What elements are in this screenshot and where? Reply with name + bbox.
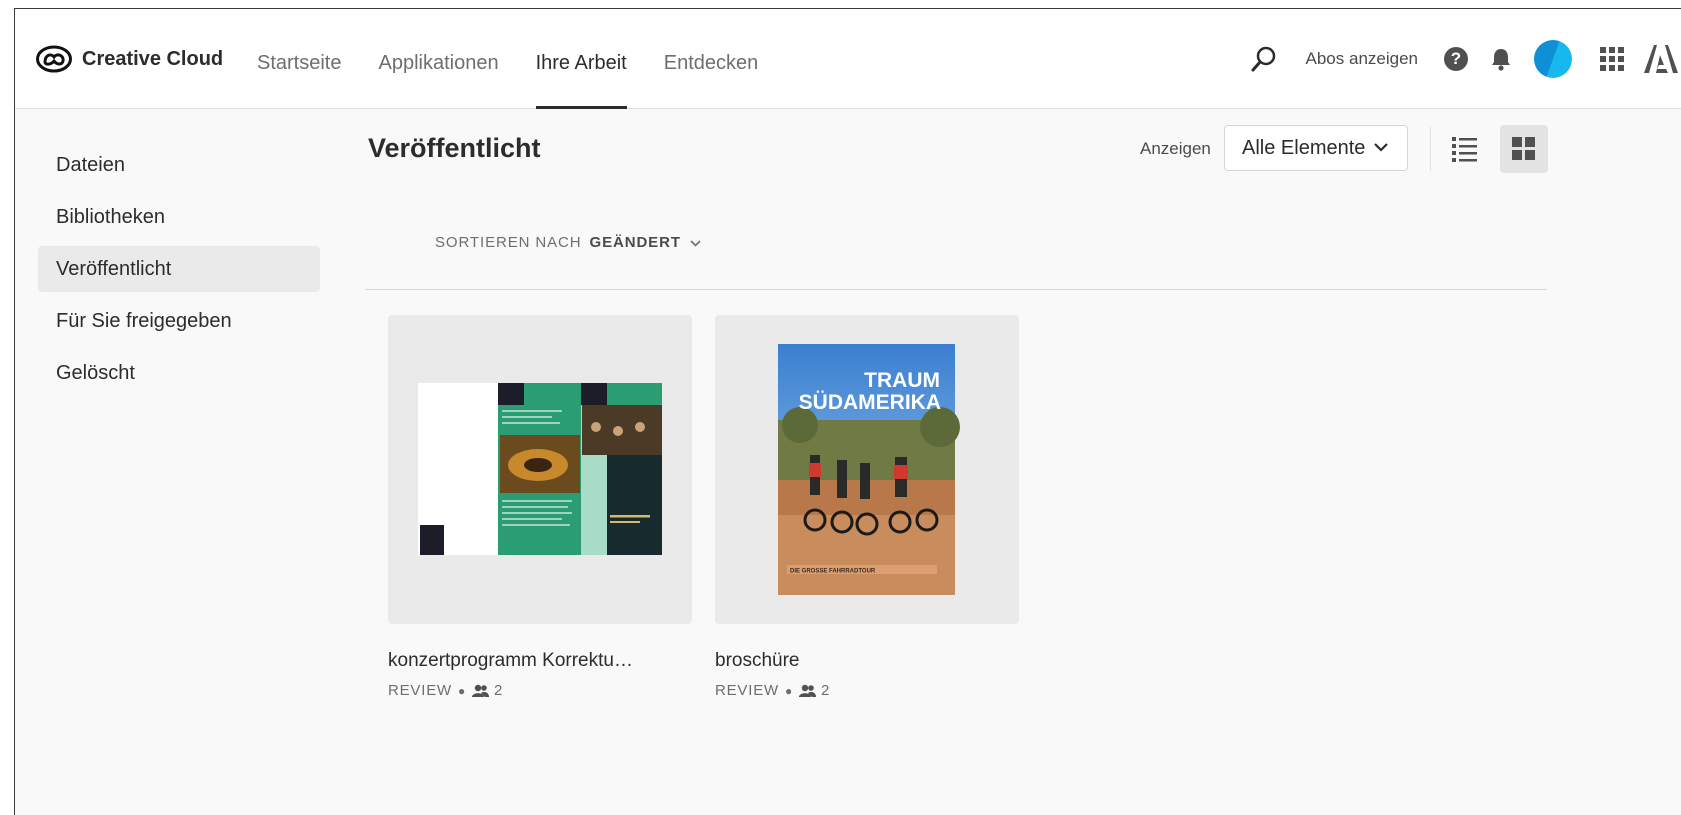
- view-filter-select[interactable]: Alle Elemente: [1224, 125, 1408, 171]
- asset-meta: REVIEW ● 2: [715, 682, 1019, 699]
- brand-name: Creative Cloud: [82, 47, 224, 70]
- avatar[interactable]: [1534, 39, 1572, 78]
- brochure-title-line1: TRAUM: [864, 369, 940, 392]
- shared-users-icon: [799, 684, 817, 697]
- app-grid-icon: [1600, 46, 1624, 71]
- chevron-down-icon: [690, 239, 701, 247]
- asset-card[interactable]: konzertprogramm Korrektu… REVIEW ● 2: [388, 315, 692, 699]
- bell-icon: [1492, 48, 1510, 71]
- top-bar: Creative Cloud Startseite Applikationen …: [15, 9, 1681, 109]
- brand[interactable]: Creative Cloud: [36, 45, 223, 73]
- separator-dot: ●: [784, 683, 794, 698]
- nav-applikationen[interactable]: Applikationen: [378, 9, 498, 108]
- list-view-icon: [1452, 137, 1477, 162]
- asset-card[interactable]: TRAUM SÜDAMERIKA DIE GROSSE FAHRRADTOUR …: [715, 315, 1019, 699]
- main-nav: Startseite Applikationen Ihre Arbeit Ent…: [257, 9, 795, 109]
- nav-startseite[interactable]: Startseite: [257, 9, 341, 108]
- abos-anzeigen-link[interactable]: Abos anzeigen: [1306, 49, 1418, 69]
- asset-thumbnail[interactable]: TRAUM SÜDAMERIKA DIE GROSSE FAHRRADTOUR: [715, 315, 1019, 624]
- view-filter-label: Anzeigen: [1140, 139, 1211, 158]
- brochure-thumbnail: TRAUM SÜDAMERIKA DIE GROSSE FAHRRADTOUR: [778, 344, 960, 595]
- toolbar-divider: [1430, 127, 1431, 171]
- notifications-button[interactable]: [1490, 47, 1512, 71]
- app-window: Creative Cloud Startseite Applikationen …: [14, 8, 1681, 815]
- help-icon[interactable]: ?: [1444, 46, 1468, 71]
- chevron-down-icon: [1374, 143, 1388, 152]
- asset-title[interactable]: broschüre: [715, 650, 1019, 672]
- nav-entdecken[interactable]: Entdecken: [664, 9, 759, 108]
- adobe-logo-icon: [1644, 44, 1678, 73]
- section-divider: [365, 289, 1547, 290]
- brochure-footer: DIE GROSSE FAHRRADTOUR: [790, 569, 876, 575]
- asset-title[interactable]: konzertprogramm Korrektu…: [388, 650, 692, 672]
- shared-count: 2: [494, 682, 504, 699]
- sort-value: GEÄNDERT: [589, 234, 681, 251]
- asset-status: REVIEW: [388, 682, 452, 699]
- sidebar-item-dateien[interactable]: Dateien: [38, 142, 320, 188]
- search-button[interactable]: [1250, 45, 1278, 73]
- separator-dot: ●: [457, 683, 467, 698]
- asset-thumbnail[interactable]: [388, 315, 692, 624]
- sidebar-item-bibliotheken[interactable]: Bibliotheken: [38, 194, 320, 240]
- asset-meta: REVIEW ● 2: [388, 682, 692, 699]
- sidebar: Dateien Bibliotheken Veröffentlicht Für …: [38, 142, 320, 402]
- asset-status: REVIEW: [715, 682, 779, 699]
- concert-program-thumbnail: [418, 383, 662, 555]
- sidebar-item-geloescht[interactable]: Gelöscht: [38, 350, 320, 396]
- nav-ihre-arbeit[interactable]: Ihre Arbeit: [535, 9, 627, 109]
- view-filter-value: Alle Elemente: [1242, 136, 1366, 159]
- sort-control[interactable]: SORTIEREN NACH GEÄNDERT: [435, 234, 701, 251]
- search-icon: [1251, 46, 1275, 71]
- shared-count: 2: [821, 682, 831, 699]
- sort-label: SORTIEREN NACH: [435, 234, 582, 251]
- page-title: Veröffentlicht: [368, 133, 541, 163]
- adobe-logo[interactable]: [1644, 44, 1678, 73]
- creative-cloud-logo-icon: [36, 45, 72, 73]
- sidebar-item-fuer-sie-freigegeben[interactable]: Für Sie freigegeben: [38, 298, 320, 344]
- shared-users-icon: [472, 684, 490, 697]
- list-view-button[interactable]: [1447, 131, 1481, 165]
- brochure-title-line2: SÜDAMERIKA: [799, 391, 941, 414]
- app-switcher-button[interactable]: [1600, 46, 1624, 71]
- sidebar-item-veroeffentlicht[interactable]: Veröffentlicht: [38, 246, 320, 292]
- grid-view-button[interactable]: [1500, 125, 1548, 173]
- grid-view-icon: [1512, 137, 1535, 160]
- header-tools: Abos anzeigen ?: [1250, 9, 1681, 108]
